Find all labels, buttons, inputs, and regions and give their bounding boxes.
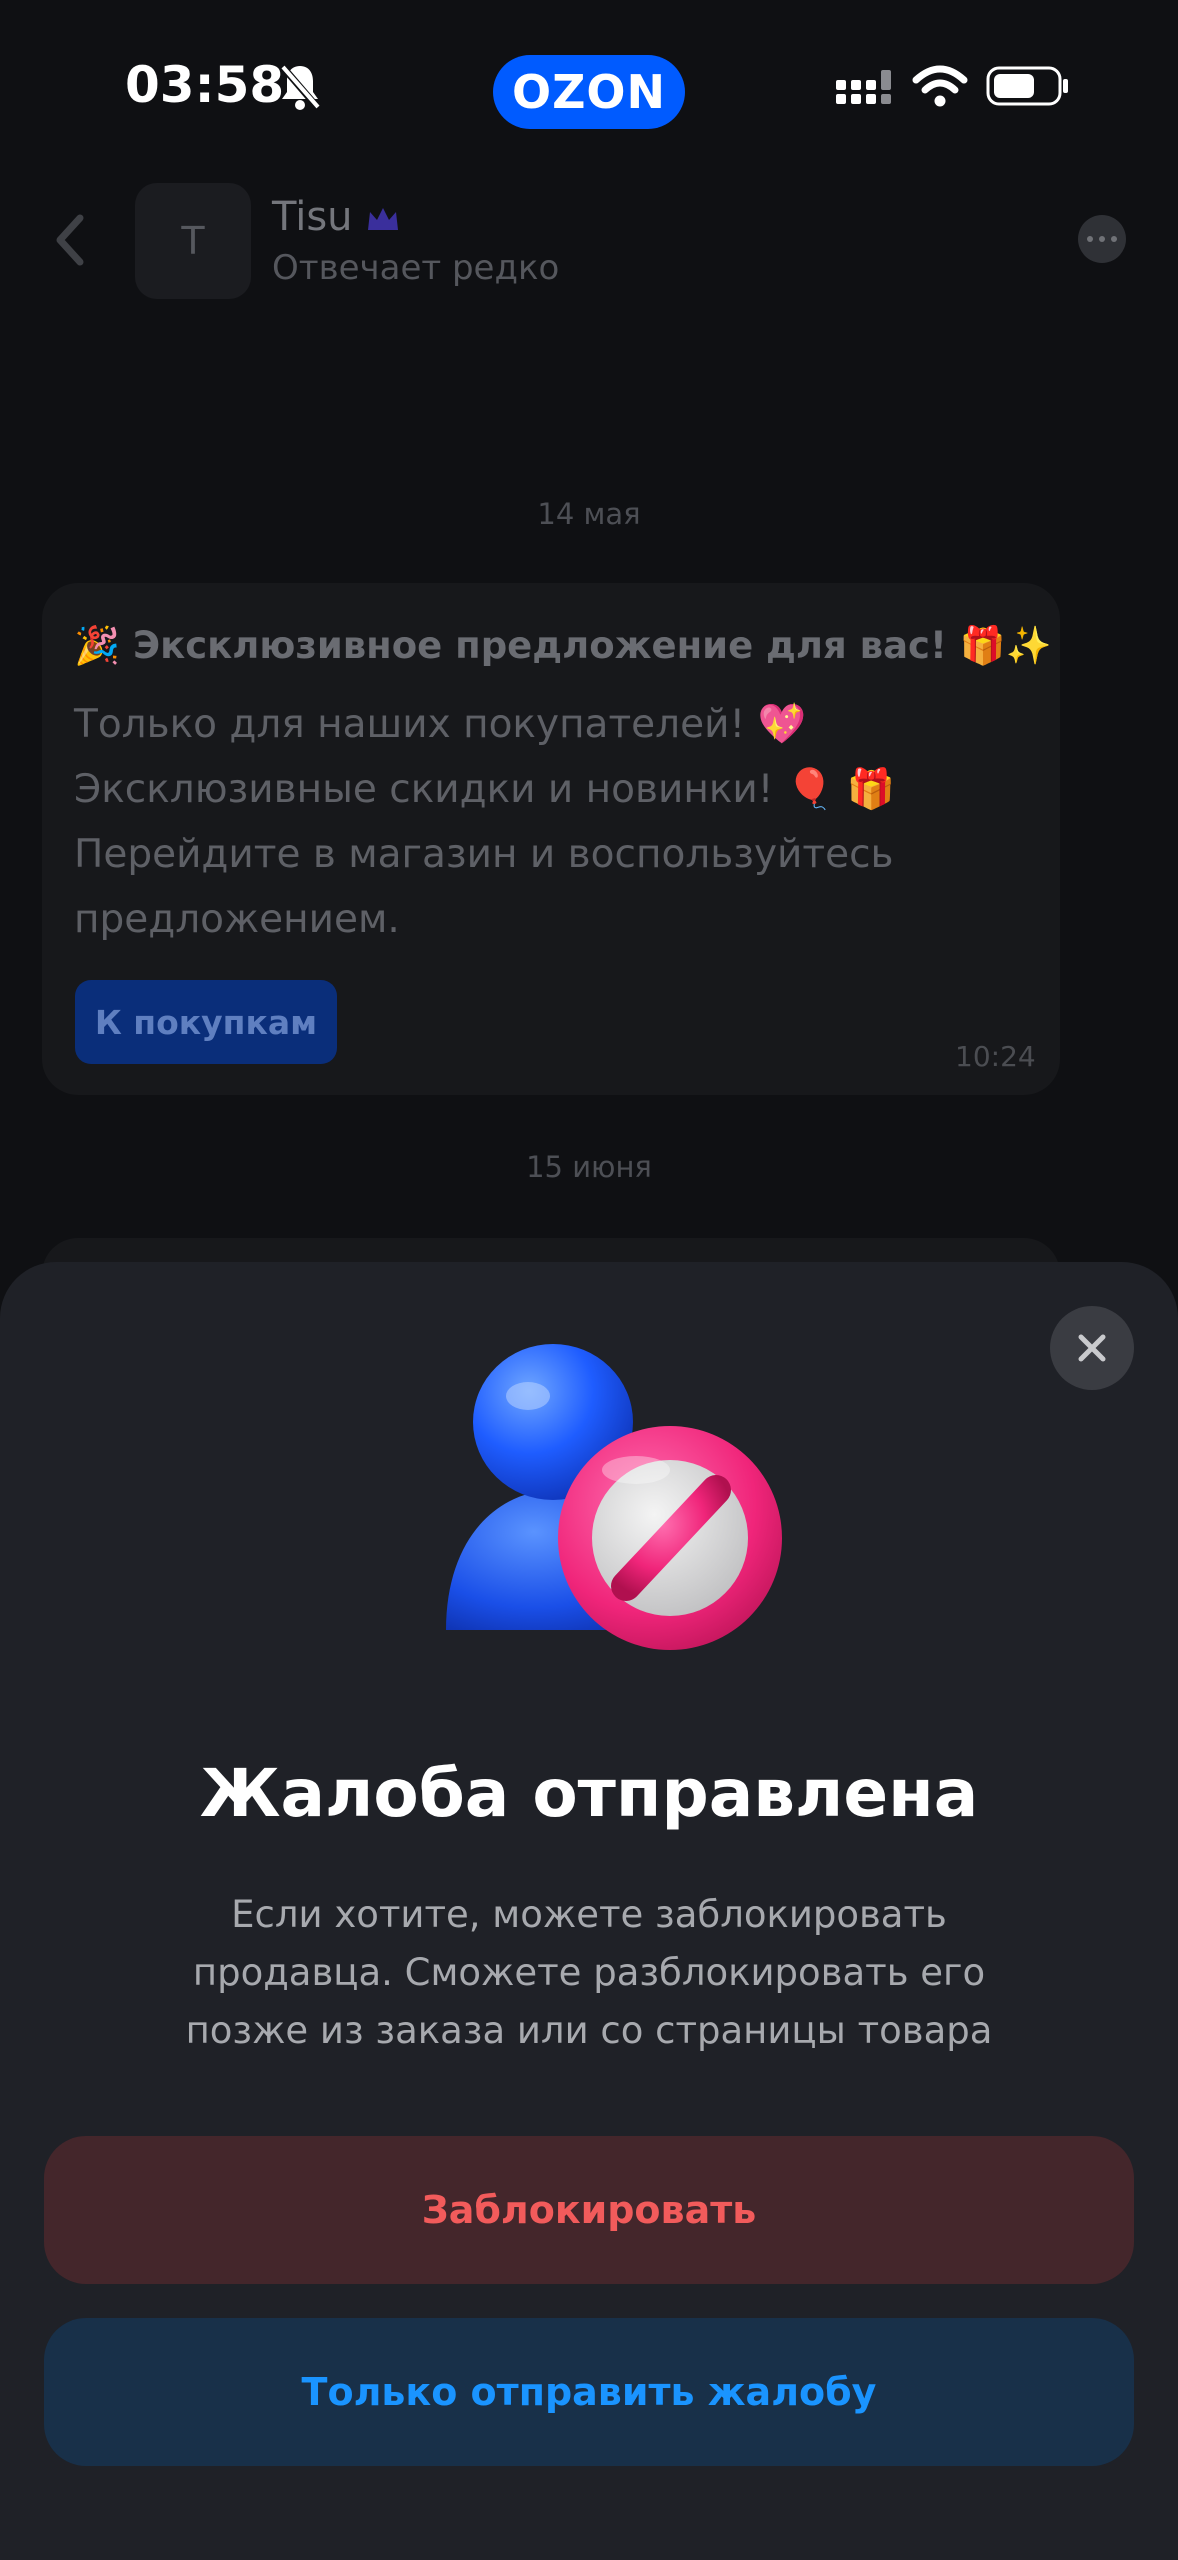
signal-icon <box>836 70 891 104</box>
sheet-title: Жалоба отправлена <box>199 1755 979 1832</box>
chevron-left-icon[interactable] <box>50 210 90 270</box>
message-title: 🎉 Эксклюзивное предложение для вас! 🎁✨ <box>74 624 1052 667</box>
more-icon[interactable] <box>1078 215 1126 263</box>
date-separator: 14 мая <box>537 497 641 531</box>
description-line: Если хотите, можете заблокировать <box>231 1893 947 1936</box>
wifi-icon <box>912 65 968 107</box>
block-seller-button[interactable]: Заблокировать <box>44 2136 1134 2284</box>
bell-off-icon <box>279 63 321 111</box>
description-line: продавца. Сможете разблокировать его <box>192 1951 986 1994</box>
date-separator: 15 июня <box>526 1150 652 1184</box>
close-icon <box>1078 1334 1106 1362</box>
sheet-description: Если хотите, можете заблокировать продав… <box>100 1886 1078 2060</box>
description-line: позже из заказа или со страницы товара <box>185 2009 993 2052</box>
battery-icon <box>986 66 1068 106</box>
crown-icon <box>368 208 398 230</box>
message-line: предложением. <box>74 897 400 942</box>
message-line: Только для наших покупателей! 💖 <box>74 702 807 747</box>
report-only-button[interactable]: Только отправить жалобу <box>44 2318 1134 2466</box>
message-time: 10:24 <box>955 1040 1036 1073</box>
message-line: Перейдите в магазин и воспользуйтесь <box>74 832 894 877</box>
avatar[interactable]: T <box>135 183 251 299</box>
ozon-logo: OZON <box>493 55 685 129</box>
status-time: 03:58 <box>125 56 285 114</box>
avatar-letter: T <box>181 219 205 263</box>
to-shopping-button[interactable]: К покупкам <box>75 980 337 1064</box>
message-line: Эксклюзивные скидки и новинки! 🎈 🎁 <box>74 767 896 812</box>
message-text: Только для наших покупателей! 💖 Эксклюзи… <box>74 692 974 952</box>
seller-name[interactable]: Tisu <box>272 194 353 240</box>
seller-status: Отвечает редко <box>272 248 560 288</box>
blocked-user-icon <box>446 1344 782 1650</box>
close-button[interactable] <box>1050 1306 1134 1390</box>
